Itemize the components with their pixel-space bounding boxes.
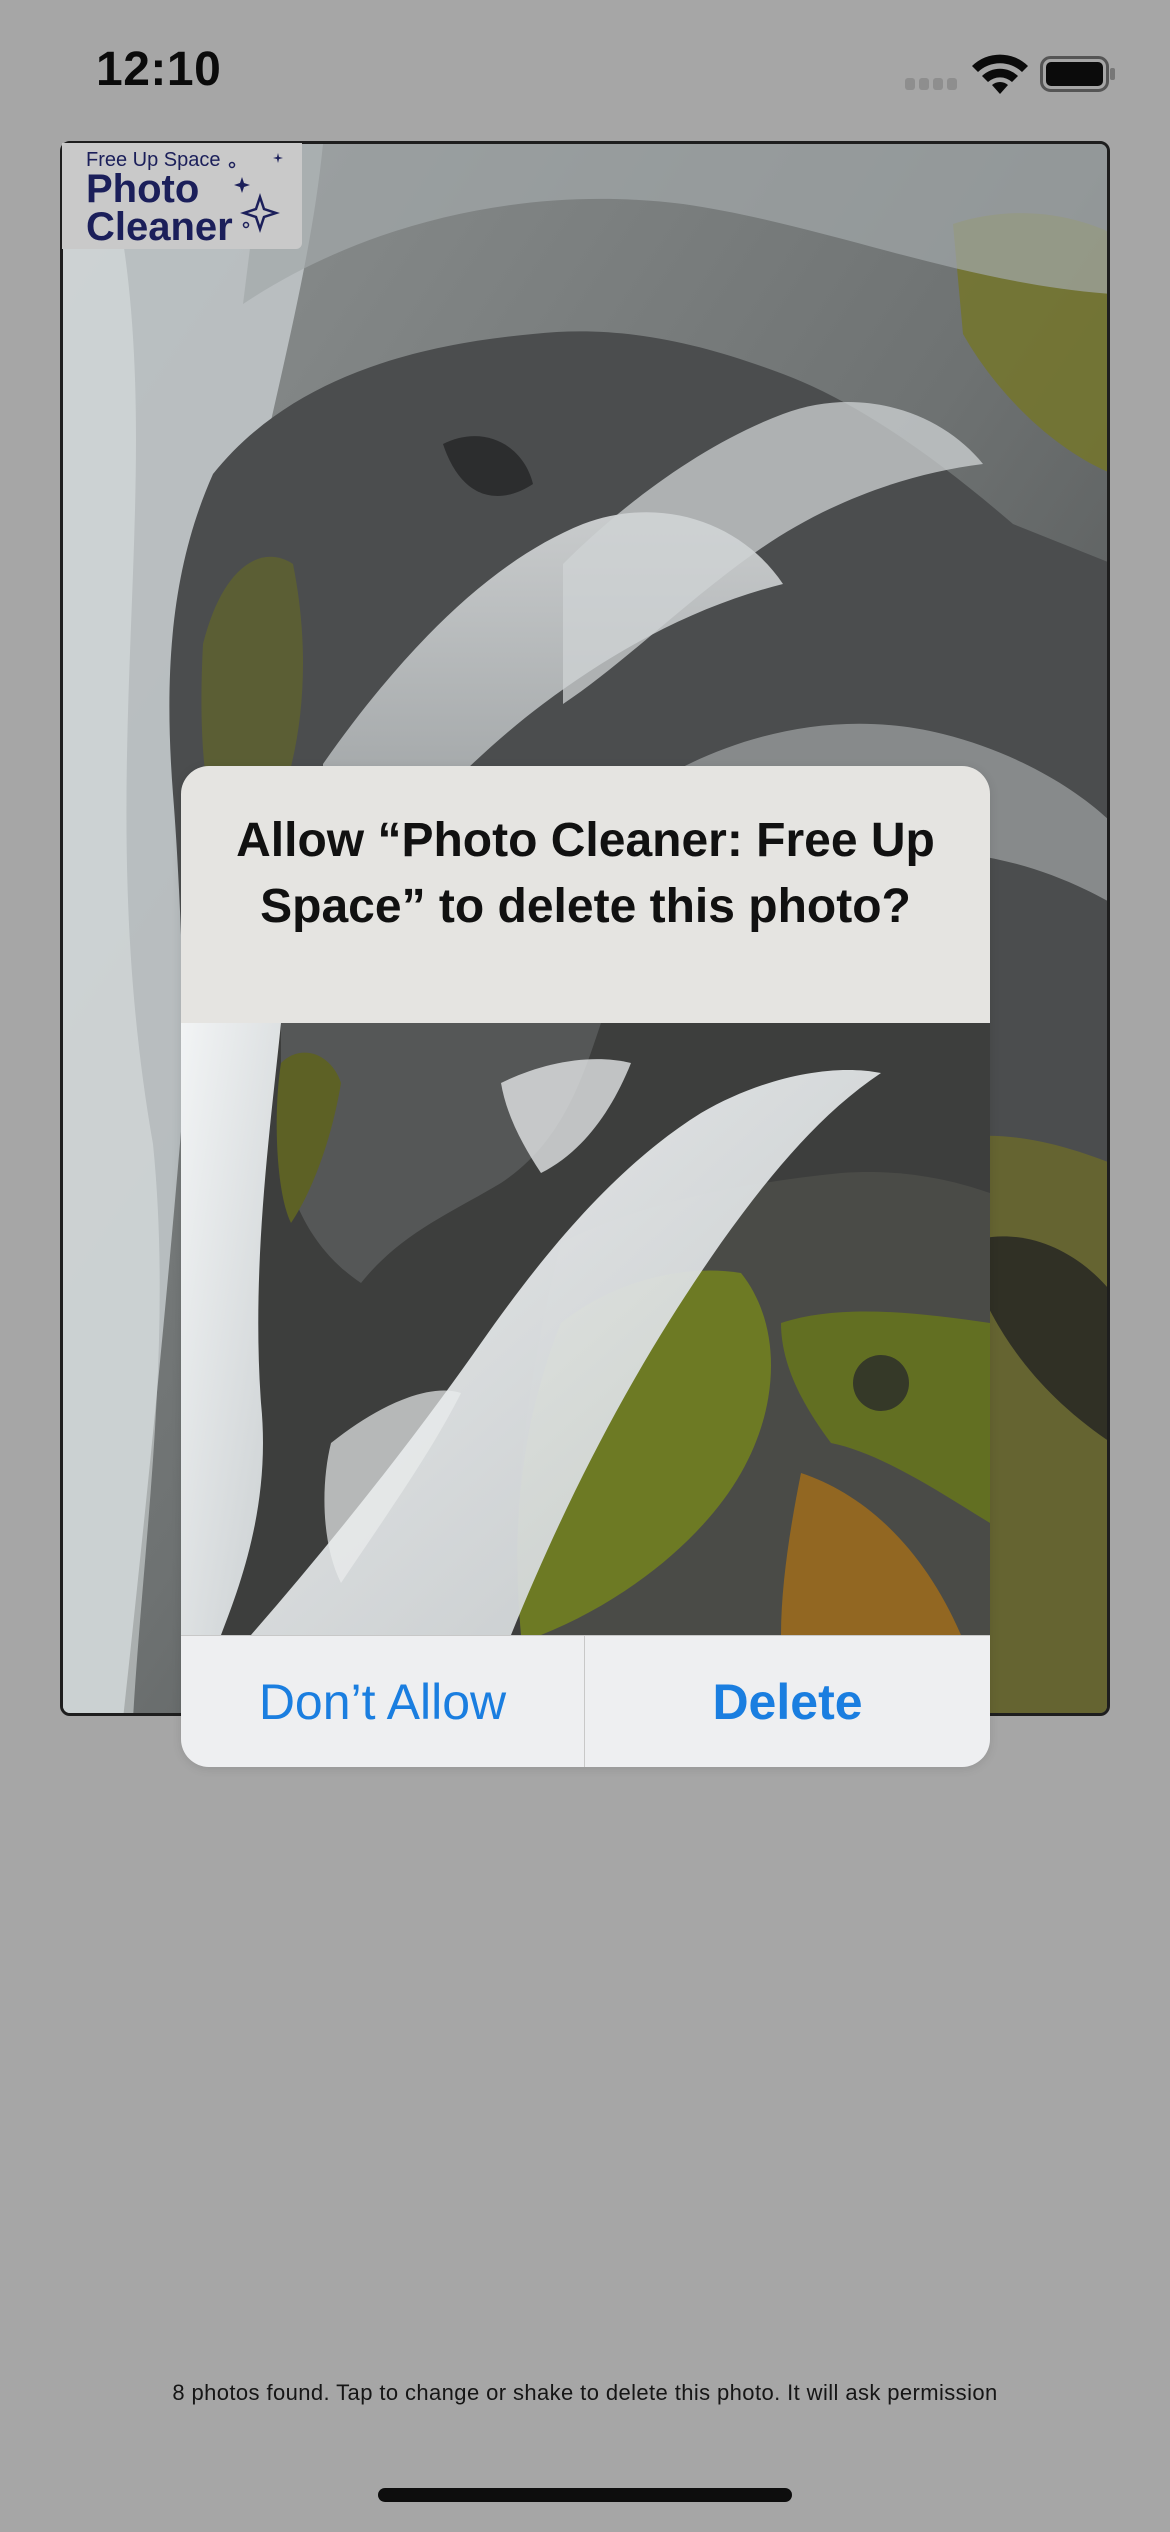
alert-title: Allow “Photo Cleaner: Free Up Space” to … [236, 814, 935, 933]
alert-waterfall-photo [181, 1023, 990, 1635]
status-bar: 12:10 [0, 0, 1170, 140]
cellular-signal-icon [905, 78, 957, 92]
sparkle-icon [228, 153, 283, 233]
dont-allow-button[interactable]: Don’t Allow [181, 1636, 584, 1767]
wifi-icon [972, 54, 1028, 94]
logo-word-photo: Photo [86, 167, 200, 211]
delete-button[interactable]: Delete [585, 1636, 990, 1767]
battery-icon [1040, 56, 1115, 92]
alert-header: Allow “Photo Cleaner: Free Up Space” to … [181, 766, 990, 1023]
alert-button-row: Don’t Allow Delete [181, 1635, 990, 1767]
instructions-text: 8 photos found. Tap to change or shake t… [172, 2380, 998, 2405]
status-time: 12:10 [96, 43, 222, 96]
logo-word-cleaner: Cleaner [86, 205, 233, 249]
home-indicator[interactable] [378, 2488, 792, 2502]
alert-photo-preview [181, 1023, 990, 1635]
delete-permission-alert: Allow “Photo Cleaner: Free Up Space” to … [181, 766, 990, 1767]
app-logo: Free Up Space Photo Cleaner [62, 143, 302, 249]
